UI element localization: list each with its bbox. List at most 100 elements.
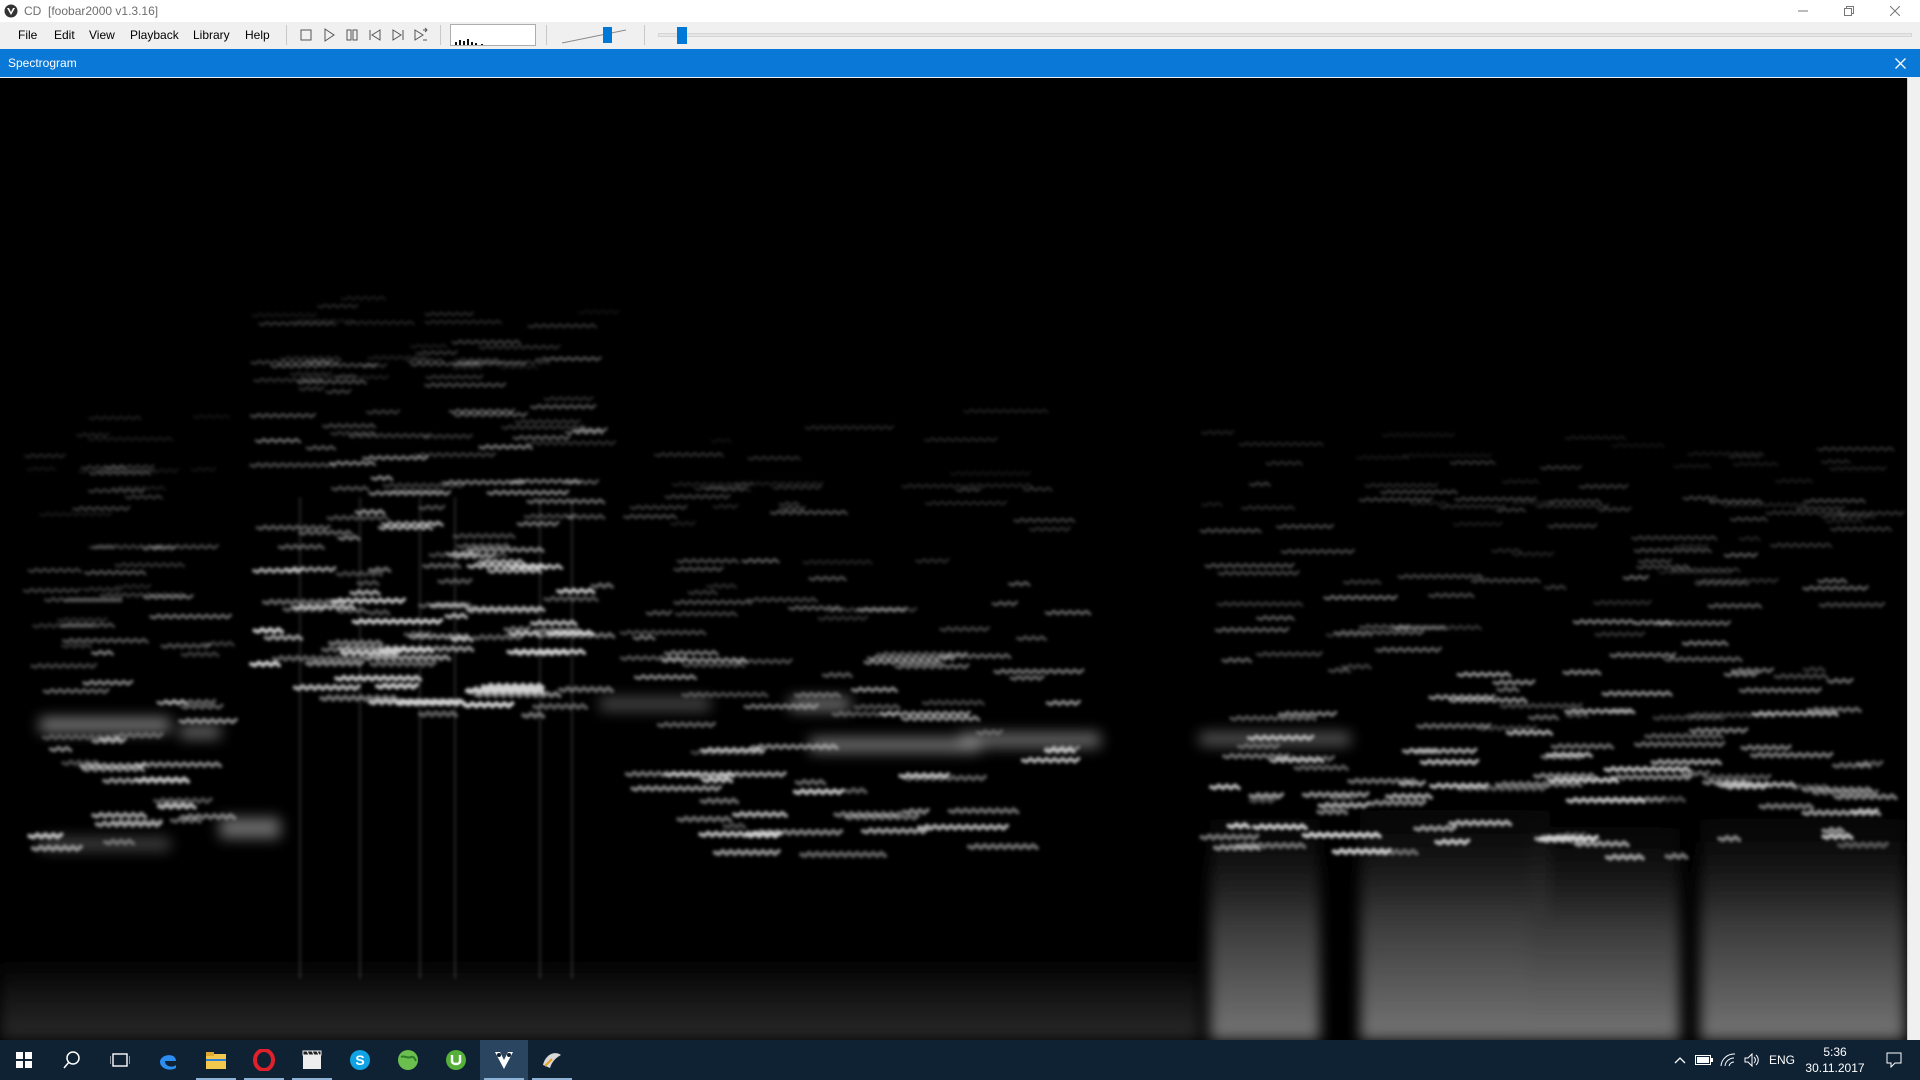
network-tray[interactable] bbox=[1716, 1040, 1740, 1080]
menu-view[interactable]: View bbox=[89, 28, 115, 42]
harmonic-trace bbox=[787, 604, 843, 612]
clock[interactable]: 5:36 30.11.2017 bbox=[1795, 1044, 1875, 1076]
start-button[interactable] bbox=[0, 1040, 48, 1080]
harmonic-trace bbox=[102, 776, 190, 785]
harmonic-trace bbox=[249, 660, 281, 668]
harmonic-trace bbox=[305, 444, 337, 451]
volume-slider[interactable] bbox=[560, 24, 628, 46]
harmonic-trace bbox=[817, 615, 869, 622]
taskbar-app-winamp[interactable] bbox=[528, 1040, 576, 1080]
close-window-button[interactable] bbox=[1872, 0, 1918, 22]
harmonic-trace bbox=[112, 731, 164, 740]
minimize-button[interactable] bbox=[1780, 0, 1826, 22]
previous-button[interactable] bbox=[365, 26, 385, 44]
harmonic-trace bbox=[901, 483, 964, 489]
show-hidden-icons-button[interactable] bbox=[1668, 1040, 1692, 1080]
harmonic-trace bbox=[1731, 667, 1774, 674]
harmonic-trace bbox=[1331, 847, 1392, 856]
harmonic-trace bbox=[82, 679, 134, 687]
play-button[interactable] bbox=[319, 26, 339, 44]
harmonic-trace bbox=[1028, 526, 1071, 532]
harmonic-trace bbox=[706, 583, 737, 589]
visualisation-box[interactable] bbox=[450, 24, 536, 46]
harmonic-trace bbox=[317, 303, 359, 309]
harmonic-trace bbox=[793, 691, 842, 699]
pause-button[interactable] bbox=[342, 26, 362, 44]
taskbar-app-skype[interactable]: S bbox=[336, 1040, 384, 1080]
harmonic-trace bbox=[1022, 486, 1053, 492]
menu-playback[interactable]: Playback bbox=[130, 28, 179, 42]
taskbar-app-explorer[interactable] bbox=[192, 1040, 240, 1080]
harmonic-trace bbox=[955, 487, 982, 493]
task-view-button[interactable] bbox=[96, 1040, 144, 1080]
harmonic-trace bbox=[298, 529, 354, 536]
taskbar-app-mpc[interactable] bbox=[288, 1040, 336, 1080]
seek-thumb[interactable] bbox=[677, 27, 687, 44]
harmonic-trace bbox=[1749, 751, 1834, 759]
harmonic-trace bbox=[1594, 631, 1646, 638]
panel-close-button[interactable] bbox=[1880, 49, 1920, 77]
clock-date: 30.11.2017 bbox=[1805, 1061, 1865, 1075]
menu-library[interactable]: Library bbox=[193, 28, 230, 42]
harmonic-trace bbox=[1316, 807, 1349, 816]
harmonic-trace bbox=[1216, 600, 1304, 607]
spectrogram-panel-header: Spectrogram bbox=[0, 49, 1920, 77]
harmonic-trace bbox=[975, 728, 1004, 737]
search-button[interactable] bbox=[48, 1040, 96, 1080]
random-button[interactable] bbox=[411, 26, 431, 44]
menu-file[interactable]: File bbox=[18, 28, 37, 42]
harmonic-trace bbox=[42, 687, 110, 695]
menu-help[interactable]: Help bbox=[245, 28, 270, 42]
harmonic-trace bbox=[279, 355, 342, 361]
battery-tray[interactable] bbox=[1692, 1040, 1716, 1080]
taskbar-app-globe[interactable] bbox=[384, 1040, 432, 1080]
harmonic-trace bbox=[991, 600, 1019, 607]
spectrogram-display[interactable] bbox=[0, 78, 1907, 1040]
menu-edit[interactable]: Edit bbox=[54, 28, 75, 42]
harmonic-trace bbox=[863, 658, 943, 666]
harmonic-trace bbox=[1723, 552, 1758, 558]
taskbar-app-edge[interactable] bbox=[144, 1040, 192, 1080]
harmonic-trace bbox=[91, 811, 148, 820]
wifi-icon bbox=[1720, 1053, 1736, 1067]
stop-button[interactable] bbox=[296, 26, 316, 44]
harmonic-trace bbox=[1251, 822, 1308, 831]
harmonic-trace bbox=[799, 850, 888, 859]
harmonic-trace bbox=[370, 474, 394, 482]
harmonic-trace bbox=[103, 837, 136, 847]
harmonic-trace bbox=[915, 557, 950, 564]
action-center-button[interactable] bbox=[1874, 1040, 1914, 1080]
harmonic-trace bbox=[1454, 496, 1537, 502]
taskbar-app-utorrent[interactable] bbox=[432, 1040, 480, 1080]
harmonic-trace bbox=[382, 482, 466, 489]
taskbar-app-foobar2000[interactable] bbox=[480, 1040, 528, 1080]
harmonic-trace bbox=[1775, 478, 1813, 484]
volume-tray[interactable] bbox=[1740, 1040, 1764, 1080]
harmonic-trace bbox=[82, 586, 121, 593]
harmonic-trace bbox=[367, 608, 391, 617]
harmonic-trace bbox=[1578, 483, 1629, 489]
harmonic-trace bbox=[1682, 769, 1710, 778]
harmonic-trace bbox=[1670, 566, 1741, 573]
harmonic-trace bbox=[534, 626, 583, 635]
harmonic-trace bbox=[1280, 548, 1355, 555]
harmonic-trace bbox=[424, 319, 502, 325]
seek-bar[interactable] bbox=[658, 33, 1912, 37]
harmonic-trace bbox=[454, 357, 501, 363]
harmonic-trace bbox=[337, 534, 361, 542]
harmonic-trace bbox=[1452, 521, 1503, 527]
next-button[interactable] bbox=[388, 26, 408, 44]
harmonic-trace bbox=[530, 619, 578, 627]
harmonic-trace bbox=[292, 683, 361, 692]
restore-button[interactable] bbox=[1826, 0, 1872, 22]
harmonic-trace bbox=[1821, 459, 1851, 465]
harmonic-trace bbox=[1707, 602, 1763, 609]
harmonic-trace bbox=[792, 787, 845, 796]
play-icon bbox=[324, 28, 335, 42]
harmonic-trace bbox=[1505, 729, 1554, 737]
harmonic-trace bbox=[1818, 601, 1886, 608]
toolbar-separator bbox=[546, 25, 547, 45]
taskbar-app-opera[interactable] bbox=[240, 1040, 288, 1080]
harmonic-trace bbox=[1806, 706, 1862, 714]
harmonic-trace bbox=[1740, 743, 1792, 752]
